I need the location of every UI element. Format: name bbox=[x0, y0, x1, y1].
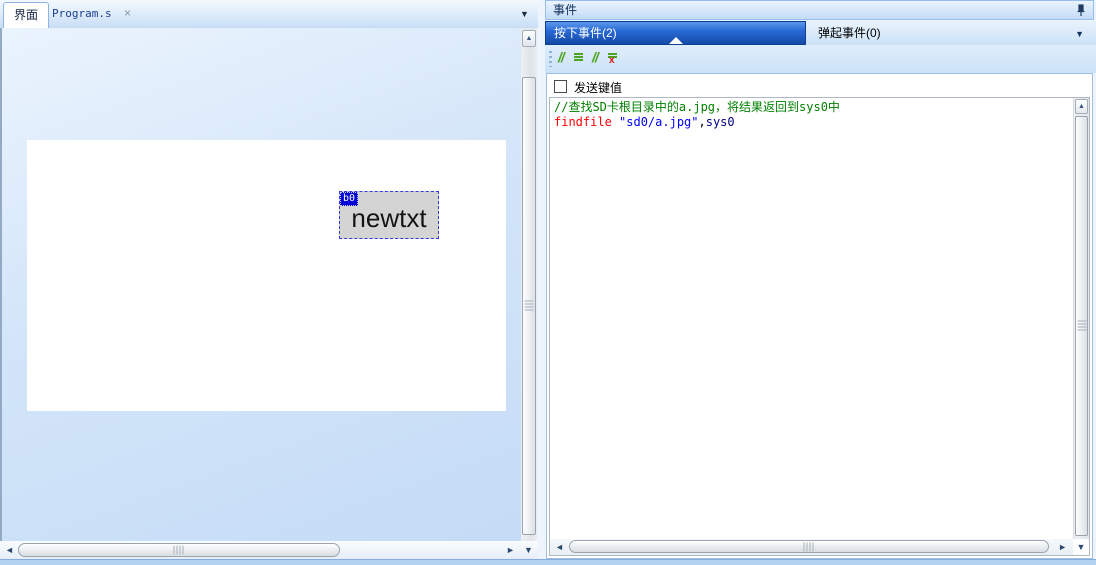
horizontal-scroll-thumb[interactable] bbox=[569, 540, 1049, 553]
scroll-left-icon[interactable]: ◄ bbox=[5, 546, 14, 555]
event-panel-header: 事件 bbox=[545, 0, 1094, 20]
bottom-edge-strip bbox=[0, 559, 1096, 565]
code-segment: //查找SD卡根目录中的a.jpg，将结果返回到sys0中 bbox=[554, 100, 840, 114]
thumb-grip bbox=[173, 545, 185, 555]
editor-vertical-scrollbar[interactable]: ▲ bbox=[1073, 98, 1089, 539]
event-content-area: 发送键值 //查找SD卡根目录中的a.jpg，将结果返回到sys0中 findfi… bbox=[546, 73, 1093, 559]
uncomment-lines-icon[interactable]: // x bbox=[592, 49, 622, 69]
code-line: //查找SD卡根目录中的a.jpg，将结果返回到sys0中 bbox=[554, 100, 840, 115]
horizontal-scroll-thumb[interactable] bbox=[18, 543, 340, 557]
code-line: findfile "sd0/a.jpg",sys0 bbox=[554, 115, 840, 130]
toolbar-grip[interactable] bbox=[549, 51, 552, 67]
scroll-up-icon: ▲ bbox=[1078, 103, 1085, 110]
code-segment: , bbox=[698, 115, 706, 129]
scroll-left-icon[interactable]: ◄ bbox=[555, 543, 564, 552]
designer-panel: 界面 Program.s × ▼ b0 newtxt ▲ ◄ ► ▼ bbox=[0, 0, 538, 559]
designer-horizontal-scrollbar[interactable]: ◄ ► ▼ bbox=[0, 541, 538, 559]
code-lines: //查找SD卡根目录中的a.jpg，将结果返回到sys0中 findfile "s… bbox=[554, 100, 840, 130]
tab-program-s[interactable]: Program.s bbox=[52, 7, 112, 20]
comment-lines-icon[interactable]: // bbox=[558, 49, 588, 69]
code-segment: "sd0/a.jpg" bbox=[611, 115, 699, 129]
event-tab-bar: 按下事件(2) 弹起事件(0) ▼ bbox=[545, 21, 1096, 45]
scroll-down-button[interactable]: ▼ bbox=[1073, 539, 1089, 555]
close-tab-icon[interactable]: × bbox=[124, 6, 131, 20]
thumb-grip bbox=[524, 300, 534, 312]
designer-vertical-scrollbar[interactable]: ▲ bbox=[521, 28, 537, 541]
event-dropdown-icon[interactable]: ▼ bbox=[1075, 29, 1084, 39]
code-editor[interactable]: //查找SD卡根目录中的a.jpg，将结果返回到sys0中 findfile "s… bbox=[549, 97, 1090, 556]
scroll-down-icon: ▼ bbox=[1076, 541, 1086, 552]
event-toolbar: // // x bbox=[545, 45, 1096, 73]
scroll-up-icon: ▲ bbox=[525, 35, 533, 42]
vertical-scroll-thumb[interactable] bbox=[1075, 116, 1088, 536]
designer-tab-bar: 界面 Program.s × ▼ bbox=[0, 0, 538, 28]
red-x-icon: x bbox=[609, 55, 615, 66]
thumb-grip bbox=[803, 542, 815, 551]
widget-text: newtxt bbox=[351, 202, 427, 233]
pin-icon[interactable] bbox=[1075, 4, 1087, 17]
comment-bars bbox=[574, 53, 583, 62]
thumb-grip bbox=[1077, 320, 1086, 332]
widget-newtxt[interactable]: b0 newtxt bbox=[339, 191, 439, 239]
scroll-down-icon[interactable]: ▼ bbox=[524, 546, 533, 555]
tab-release-event[interactable]: 弹起事件(0) bbox=[806, 21, 881, 45]
code-segment: sys0 bbox=[705, 115, 735, 129]
widget-id-badge: b0 bbox=[340, 192, 359, 206]
editor-horizontal-scrollbar[interactable]: ◄ ► bbox=[550, 539, 1073, 555]
event-panel-title: 事件 bbox=[553, 3, 578, 17]
ide-window: 界面 Program.s × ▼ b0 newtxt ▲ ◄ ► ▼ 事件 按下… bbox=[0, 0, 1096, 565]
design-page[interactable]: b0 newtxt bbox=[27, 140, 506, 411]
vertical-scroll-thumb[interactable] bbox=[522, 77, 536, 535]
design-canvas[interactable]: b0 newtxt bbox=[0, 28, 521, 541]
selected-tab-notch bbox=[669, 37, 683, 44]
event-panel: 事件 按下事件(2) 弹起事件(0) ▼ // // x 发送键值 //查找SD… bbox=[545, 0, 1096, 559]
tab-press-event-label: 按下事件(2) bbox=[554, 26, 617, 40]
tab-press-event[interactable]: 按下事件(2) bbox=[545, 21, 806, 45]
scroll-right-icon[interactable]: ► bbox=[506, 546, 515, 555]
tab-interface[interactable]: 界面 bbox=[3, 2, 50, 28]
scroll-up-button[interactable]: ▲ bbox=[1075, 99, 1088, 114]
scroll-up-button[interactable]: ▲ bbox=[522, 30, 536, 47]
send-key-checkbox[interactable] bbox=[554, 80, 567, 93]
code-segment: findfile bbox=[554, 115, 612, 129]
send-key-label: 发送键值 bbox=[574, 81, 623, 95]
scroll-right-icon[interactable]: ► bbox=[1058, 543, 1067, 552]
tab-list-dropdown-icon[interactable]: ▼ bbox=[520, 9, 529, 19]
